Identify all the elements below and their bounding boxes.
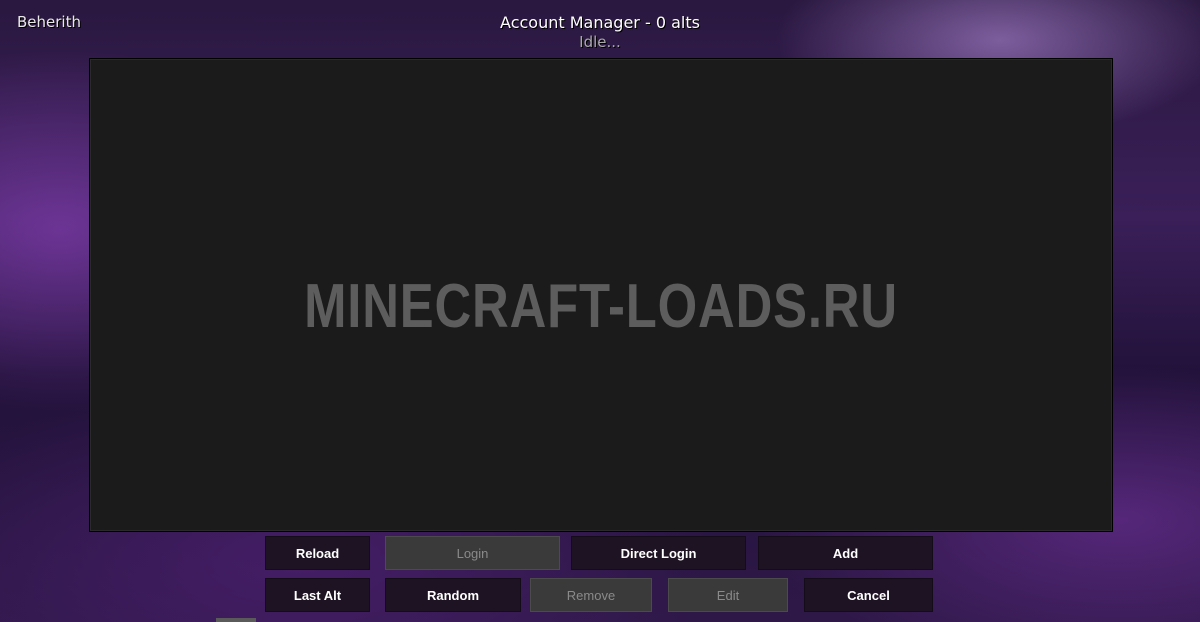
random-button[interactable]: Random [385, 578, 521, 612]
add-button[interactable]: Add [758, 536, 933, 570]
direct-login-button[interactable]: Direct Login [571, 536, 746, 570]
reload-button[interactable]: Reload [265, 536, 370, 570]
login-button[interactable]: Login [385, 536, 560, 570]
cancel-button[interactable]: Cancel [804, 578, 933, 612]
edit-button[interactable]: Edit [668, 578, 788, 612]
watermark-text: MINECRAFT-LOADS.RU [304, 272, 898, 341]
last-alt-button[interactable]: Last Alt [265, 578, 370, 612]
alt-list-panel[interactable]: MINECRAFT-LOADS.RU [89, 58, 1113, 532]
status-text: Idle... [579, 33, 621, 51]
remove-button[interactable]: Remove [530, 578, 652, 612]
page-title: Account Manager - 0 alts [500, 13, 700, 32]
bottom-edge-strip [216, 618, 256, 622]
